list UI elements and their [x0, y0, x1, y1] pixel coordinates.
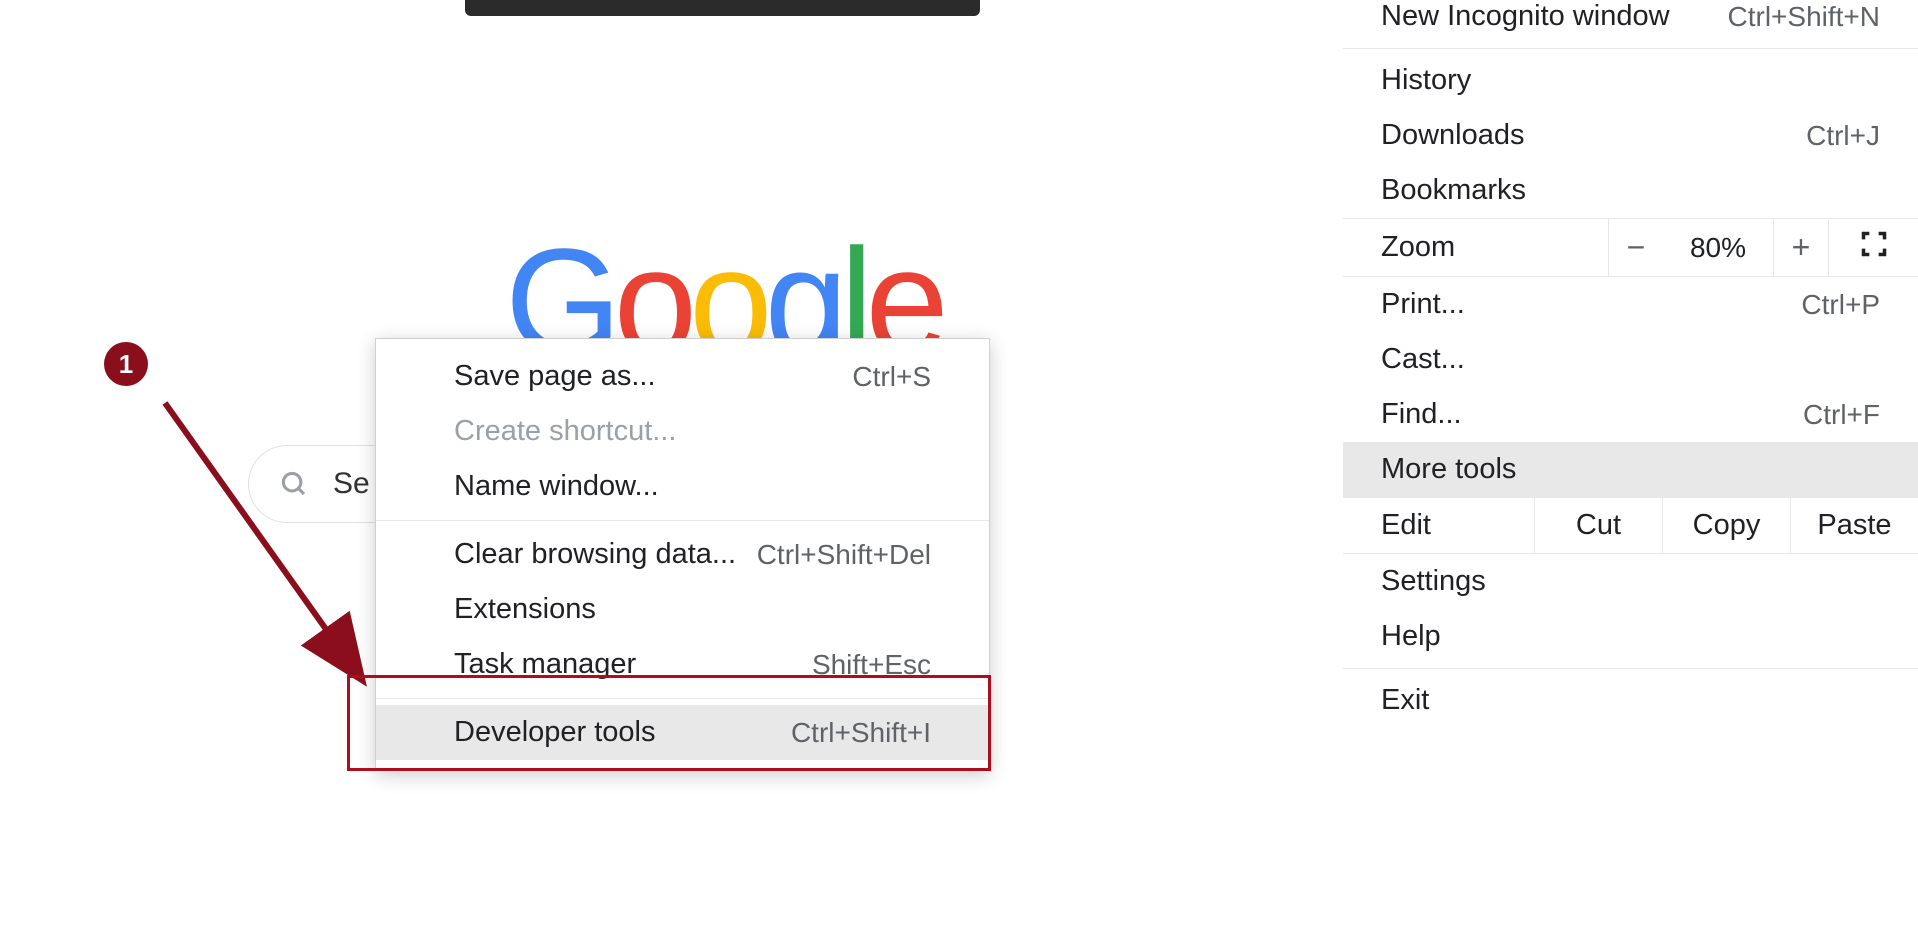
submenu-shortcut: Shift+Esc	[812, 649, 931, 681]
menu-find[interactable]: Find... Ctrl+F	[1343, 387, 1918, 442]
menu-history[interactable]: History	[1343, 53, 1918, 108]
menu-shortcut: Ctrl+P	[1801, 289, 1880, 321]
menu-shortcut: Ctrl+Shift+N	[1728, 1, 1881, 33]
menu-more-tools[interactable]: More tools	[1343, 442, 1918, 497]
menu-bookmarks[interactable]: Bookmarks	[1343, 163, 1918, 218]
submenu-separator	[376, 520, 989, 521]
zoom-fullscreen-button[interactable]	[1828, 220, 1918, 276]
submenu-clear-browsing[interactable]: Clear browsing data... Ctrl+Shift+Del	[376, 527, 989, 582]
submenu-extensions[interactable]: Extensions	[376, 582, 989, 637]
submenu-label: Name window...	[454, 470, 659, 503]
browser-top-bar	[465, 0, 980, 16]
submenu-label: Developer tools	[454, 716, 656, 749]
search-icon	[279, 469, 309, 499]
zoom-plus-button[interactable]: +	[1773, 219, 1828, 276]
menu-label: New Incognito window	[1381, 0, 1670, 33]
menu-zoom-row: Zoom − 80% +	[1343, 218, 1918, 277]
menu-label: History	[1381, 64, 1471, 97]
submenu-create-shortcut: Create shortcut...	[376, 404, 989, 459]
menu-separator	[1343, 668, 1918, 669]
menu-help[interactable]: Help	[1343, 609, 1918, 664]
annotation-arrow	[155, 395, 385, 695]
menu-cast[interactable]: Cast...	[1343, 332, 1918, 387]
submenu-shortcut: Ctrl+Shift+Del	[757, 539, 931, 571]
menu-label: Find...	[1381, 398, 1462, 431]
menu-downloads[interactable]: Downloads Ctrl+J	[1343, 108, 1918, 163]
submenu-label: Clear browsing data...	[454, 538, 736, 571]
menu-separator	[1343, 48, 1918, 49]
submenu-developer-tools[interactable]: Developer tools Ctrl+Shift+I	[376, 705, 989, 760]
annotation-number: 1	[104, 342, 148, 386]
submenu-shortcut: Ctrl+Shift+I	[791, 717, 931, 749]
zoom-minus-button[interactable]: −	[1608, 219, 1663, 276]
chrome-menu: New Incognito window Ctrl+Shift+N Histor…	[1343, 0, 1918, 728]
edit-label: Edit	[1343, 498, 1534, 553]
submenu-separator	[376, 698, 989, 699]
submenu-shortcut: Ctrl+S	[852, 361, 931, 393]
more-tools-submenu: Save page as... Ctrl+S Create shortcut..…	[375, 338, 990, 771]
edit-cut-button[interactable]: Cut	[1534, 498, 1662, 553]
submenu-save-page[interactable]: Save page as... Ctrl+S	[376, 349, 989, 404]
menu-label: More tools	[1381, 453, 1516, 486]
edit-paste-button[interactable]: Paste	[1790, 498, 1918, 553]
zoom-value: 80%	[1663, 222, 1773, 274]
menu-label: Settings	[1381, 565, 1486, 598]
submenu-label: Extensions	[454, 593, 596, 626]
menu-label: Bookmarks	[1381, 174, 1526, 207]
menu-shortcut: Ctrl+F	[1803, 399, 1880, 431]
menu-label: Print...	[1381, 288, 1465, 321]
submenu-label: Create shortcut...	[454, 415, 676, 448]
menu-label: Help	[1381, 620, 1441, 653]
submenu-label: Save page as...	[454, 360, 656, 393]
fullscreen-icon	[1860, 230, 1888, 258]
submenu-name-window[interactable]: Name window...	[376, 459, 989, 514]
menu-print[interactable]: Print... Ctrl+P	[1343, 277, 1918, 332]
menu-label: Downloads	[1381, 119, 1524, 152]
menu-exit[interactable]: Exit	[1343, 673, 1918, 728]
menu-settings[interactable]: Settings	[1343, 554, 1918, 609]
menu-new-incognito[interactable]: New Incognito window Ctrl+Shift+N	[1343, 0, 1918, 44]
menu-shortcut: Ctrl+J	[1806, 120, 1880, 152]
zoom-label: Zoom	[1343, 220, 1608, 275]
menu-label: Exit	[1381, 684, 1429, 717]
search-input-text: Se	[333, 467, 370, 501]
menu-label: Cast...	[1381, 343, 1465, 376]
submenu-task-manager[interactable]: Task manager Shift+Esc	[376, 637, 989, 692]
submenu-label: Task manager	[454, 648, 636, 681]
edit-copy-button[interactable]: Copy	[1662, 498, 1790, 553]
menu-edit-row: Edit Cut Copy Paste	[1343, 497, 1918, 554]
